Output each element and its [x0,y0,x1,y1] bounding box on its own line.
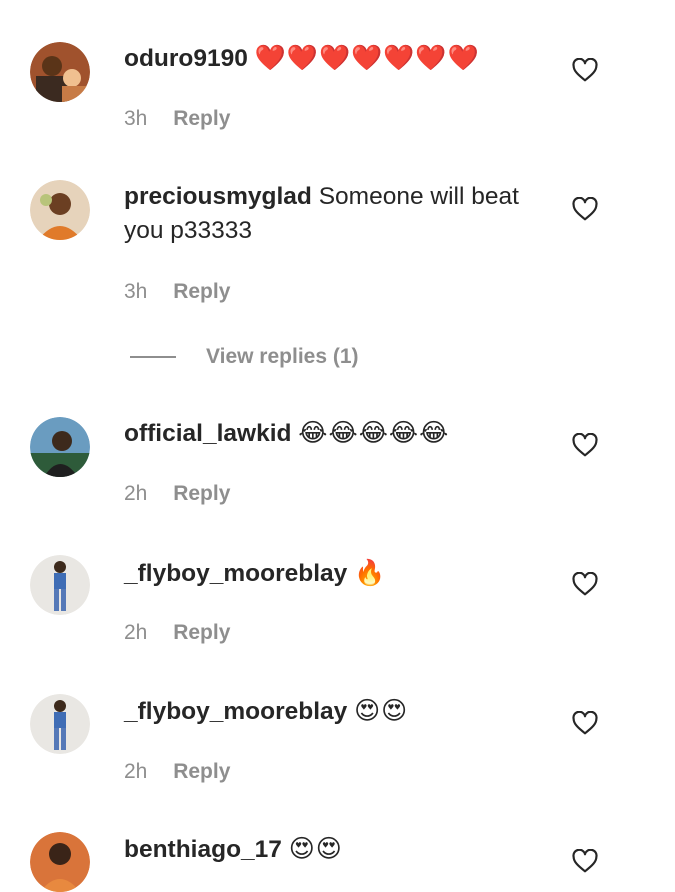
comment-text: _flyboy_mooreblay 😍😍 [124,694,554,729]
avatar[interactable] [30,832,90,892]
reply-button[interactable]: Reply [173,621,230,644]
reply-button[interactable]: Reply [173,482,230,505]
reply-button[interactable]: Reply [173,107,230,130]
comment-meta: 2h Reply [124,482,230,506]
comment-text: _flyboy_mooreblay 🔥 [124,556,554,591]
comment-emoji: ❤️❤️❤️❤️❤️❤️❤️ [254,43,480,72]
comment-time: 2h [124,760,148,783]
comment-time: 2h [124,482,148,505]
comment-meta: 2h Reply [124,621,230,645]
heart-icon[interactable] [572,433,598,457]
comment-username[interactable]: _flyboy_mooreblay [124,698,347,725]
comment-username[interactable]: _flyboy_mooreblay [124,560,347,587]
comment-text: benthiago_17 😍😍 [124,832,554,867]
comment-emoji: 🔥 [354,558,387,587]
comment-meta: 2h Reply [124,760,230,784]
avatar[interactable] [30,42,90,102]
reply-button[interactable]: Reply [173,280,230,303]
heart-icon[interactable] [572,58,598,82]
view-replies-divider [130,356,176,358]
avatar[interactable] [30,694,90,754]
comment-username[interactable]: official_lawkid [124,420,291,447]
view-replies-label: View replies (1) [206,345,359,368]
avatar[interactable] [30,555,90,615]
heart-icon[interactable] [572,197,598,221]
comment-time: 2h [124,621,148,644]
comment-username[interactable]: preciousmyglad [124,183,312,210]
comment-emoji: 😍😍 [354,696,409,725]
comment-emoji: 😂😂😂😂😂 [298,418,450,447]
reply-button[interactable]: Reply [173,760,230,783]
comment-time: 3h [124,280,148,303]
comment-text: official_lawkid 😂😂😂😂😂 [124,416,554,451]
comment-time: 3h [124,107,148,130]
avatar[interactable] [30,417,90,477]
comment-meta: 3h Reply [124,280,230,304]
comment-emoji: 😍😍 [288,834,343,863]
heart-icon[interactable] [572,849,598,873]
comment-meta: 3h Reply [124,107,230,131]
comment-text: preciousmyglad Someone will beat you p33… [124,180,554,248]
heart-icon[interactable] [572,711,598,735]
view-replies-button[interactable]: View replies (1) [130,340,359,374]
comment-text: oduro9190 ❤️❤️❤️❤️❤️❤️❤️ [124,41,554,76]
comment-username[interactable]: oduro9190 [124,45,248,72]
comment-username[interactable]: benthiago_17 [124,836,282,863]
heart-icon[interactable] [572,572,598,596]
avatar[interactable] [30,180,90,240]
